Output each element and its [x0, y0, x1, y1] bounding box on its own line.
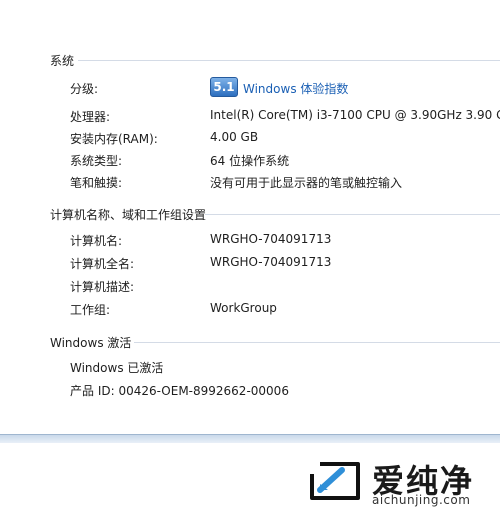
computer-fullname-value: WRGHO-704091713	[210, 255, 332, 269]
experience-index-link[interactable]: Windows 体验指数	[243, 80, 348, 97]
pen-touch-value: 没有可用于此显示器的笔或触控输入	[210, 176, 403, 190]
processor-label: 处理器:	[70, 110, 111, 124]
system-type-label: 系统类型:	[70, 154, 123, 168]
aichunjing-logo-icon	[310, 462, 360, 500]
rating-score: 5.1	[213, 80, 235, 94]
rating-label: 分级:	[70, 82, 99, 96]
ram-value: 4.00 GB	[210, 130, 259, 144]
processor-value: Intel(R) Core(TM) i3-7100 CPU @ 3.90GHz …	[210, 108, 500, 122]
system-properties-panel: 系统 分级: 5.1 Windows 体验指数 处理器: Intel(R) Co…	[0, 0, 500, 434]
activation-section-divider	[134, 342, 500, 343]
ram-label: 安装内存(RAM):	[70, 132, 158, 146]
product-id: 产品 ID: 00426-OEM-8992662-00006	[70, 384, 289, 398]
computer-description-label: 计算机描述:	[70, 280, 135, 294]
activation-section-title: Windows 激活	[50, 336, 132, 350]
activation-status: Windows 已激活	[70, 361, 164, 375]
window-bottom-edge	[0, 434, 500, 443]
system-type-value: 64 位操作系统	[210, 154, 290, 168]
workgroup-value: WorkGroup	[210, 301, 277, 315]
experience-index-badge[interactable]: 5.1	[210, 77, 238, 97]
system-section-divider	[78, 60, 500, 61]
computer-section-title: 计算机名称、域和工作组设置	[50, 208, 207, 222]
workgroup-label: 工作组:	[70, 303, 111, 317]
system-section-title: 系统	[50, 54, 75, 68]
pen-touch-label: 笔和触摸:	[70, 176, 123, 190]
computer-name-value: WRGHO-704091713	[210, 232, 332, 246]
watermark-url: aichunjing.com	[372, 493, 471, 507]
computer-section-divider	[205, 214, 500, 215]
computer-name-label: 计算机名:	[70, 234, 123, 248]
computer-fullname-label: 计算机全名:	[70, 257, 135, 271]
